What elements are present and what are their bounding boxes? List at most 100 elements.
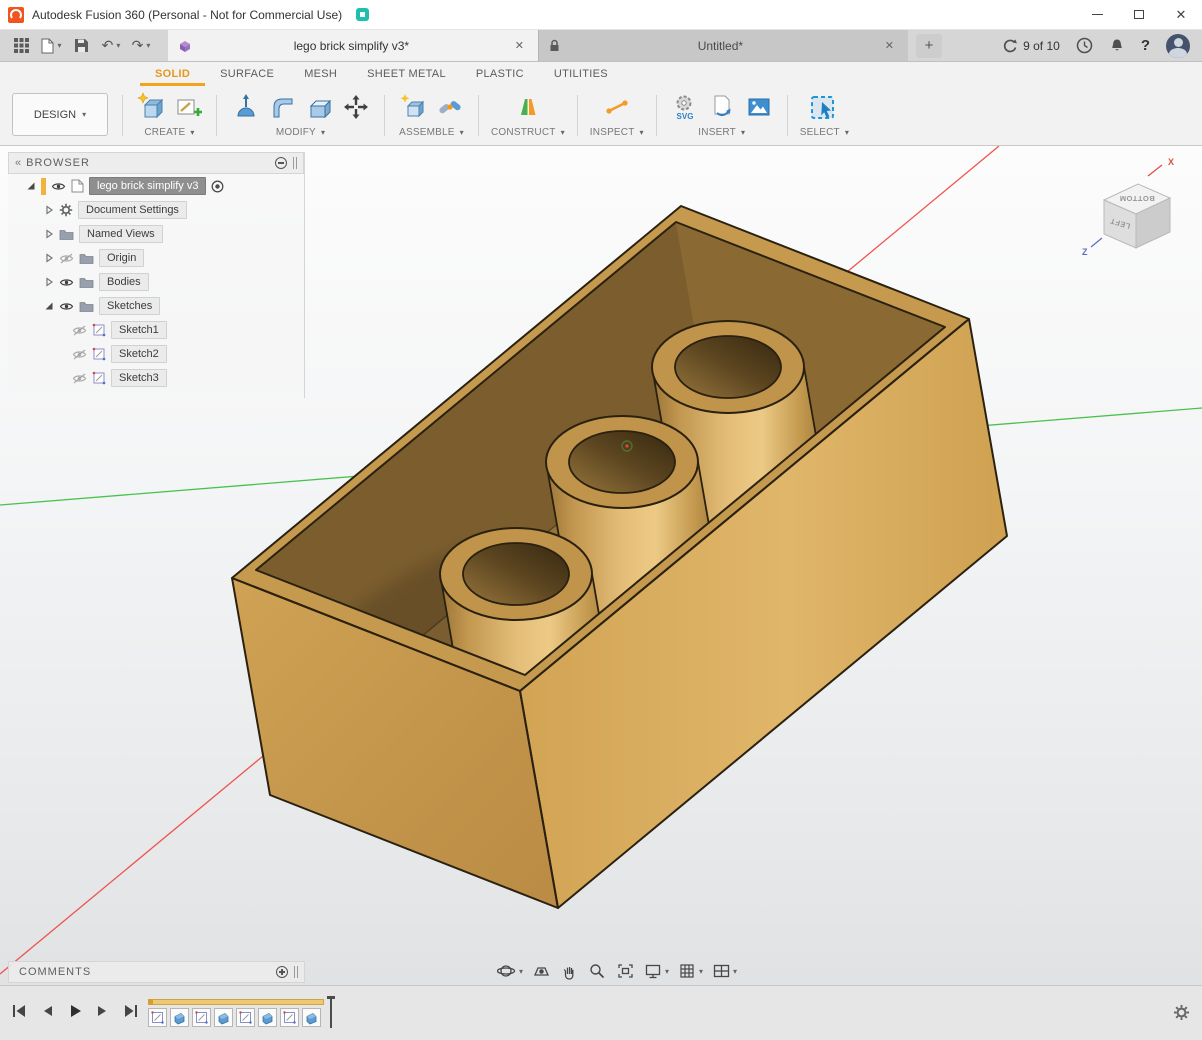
pan-button[interactable] xyxy=(557,960,582,982)
browser-row-sketch1[interactable]: Sketch1 xyxy=(8,318,304,342)
visibility-eye-icon[interactable] xyxy=(51,181,66,192)
minimize-panel-icon[interactable] xyxy=(275,157,287,169)
tab-plastic[interactable]: PLASTIC xyxy=(461,65,539,86)
collapsed-arrow-icon[interactable] xyxy=(44,229,54,239)
job-status-button[interactable] xyxy=(1076,37,1093,54)
user-avatar[interactable] xyxy=(1166,34,1190,58)
visibility-off-eye-icon[interactable] xyxy=(59,253,74,264)
maximize-button[interactable] xyxy=(1118,0,1160,29)
visibility-eye-icon[interactable] xyxy=(59,277,74,288)
play-button[interactable] xyxy=(67,1002,83,1020)
browser-header[interactable]: « BROWSER xyxy=(8,152,304,174)
viewport[interactable]: BOTTOM LEFT X Z « BROWSER lego bric xyxy=(0,146,1202,985)
row-label[interactable]: Sketch3 xyxy=(111,369,167,387)
new-component-button[interactable] xyxy=(397,91,429,123)
file-menu-button[interactable]: ▾ xyxy=(36,33,66,59)
help-button[interactable]: ? xyxy=(1141,37,1150,54)
fit-button[interactable] xyxy=(613,960,638,982)
activate-radio-icon[interactable] xyxy=(211,180,224,193)
display-settings-button[interactable]: ▾ xyxy=(641,960,672,982)
press-pull-button[interactable] xyxy=(229,91,261,123)
row-label[interactable]: Named Views xyxy=(79,225,163,243)
close-button[interactable]: ✕ xyxy=(1160,0,1202,29)
expand-panel-icon[interactable] xyxy=(276,966,288,978)
measure-button[interactable] xyxy=(601,91,633,123)
create-form-button[interactable] xyxy=(135,91,167,123)
workspace-selector[interactable]: DESIGN▾ xyxy=(12,93,108,136)
panel-grip-icon[interactable] xyxy=(294,966,298,978)
group-label-assemble[interactable]: ASSEMBLE▾ xyxy=(399,125,464,143)
row-label[interactable]: Sketch1 xyxy=(111,321,167,339)
brick-model[interactable] xyxy=(213,206,1007,908)
row-label[interactable]: Document Settings xyxy=(78,201,187,219)
tab-solid[interactable]: SOLID xyxy=(140,65,205,86)
tab-close-icon[interactable]: ✕ xyxy=(511,37,528,54)
step-back-button[interactable] xyxy=(40,1002,55,1020)
browser-row-root[interactable]: lego brick simplify v3 xyxy=(8,174,304,198)
browser-row-sketch3[interactable]: Sketch3 xyxy=(8,366,304,390)
collapse-panel-icon[interactable]: « xyxy=(15,157,22,169)
go-to-end-button[interactable] xyxy=(122,1002,140,1020)
save-counter[interactable]: 9 of 10 xyxy=(1002,38,1060,54)
data-panel-button[interactable] xyxy=(6,33,36,59)
browser-row-bodies[interactable]: Bodies xyxy=(8,270,304,294)
visibility-eye-icon[interactable] xyxy=(59,301,74,312)
viewports-button[interactable]: ▾ xyxy=(709,960,740,982)
timeline-feature-extrude[interactable] xyxy=(170,1008,189,1027)
row-label[interactable]: Sketch2 xyxy=(111,345,167,363)
save-button[interactable] xyxy=(66,33,96,59)
create-sketch-button[interactable] xyxy=(172,91,204,123)
group-label-create[interactable]: CREATE▾ xyxy=(144,125,194,143)
collapsed-arrow-icon[interactable] xyxy=(44,277,54,287)
collapsed-arrow-icon[interactable] xyxy=(44,205,54,215)
group-label-inspect[interactable]: INSPECT▾ xyxy=(590,125,644,143)
visibility-off-eye-icon[interactable] xyxy=(72,325,87,336)
row-label[interactable]: Bodies xyxy=(99,273,149,291)
expanded-arrow-icon[interactable] xyxy=(44,301,54,311)
visibility-off-eye-icon[interactable] xyxy=(72,373,87,384)
timeline-progress-bar[interactable] xyxy=(148,999,324,1005)
timeline-feature-extrude[interactable] xyxy=(258,1008,277,1027)
orbit-button[interactable]: ▾ xyxy=(494,960,526,982)
zoom-button[interactable] xyxy=(585,960,610,982)
tab-utilities[interactable]: UTILITIES xyxy=(539,65,623,86)
timeline-feature-sketch[interactable] xyxy=(148,1008,167,1027)
insert-canvas-button[interactable] xyxy=(743,91,775,123)
doc-tab-active[interactable]: lego brick simplify v3* ✕ xyxy=(168,30,538,61)
select-button[interactable] xyxy=(807,91,841,123)
move-copy-button[interactable] xyxy=(340,91,372,123)
tab-surface[interactable]: SURFACE xyxy=(205,65,289,86)
undo-button[interactable]: ↶▾ xyxy=(96,33,126,59)
insert-svg-button[interactable]: SVG xyxy=(669,91,701,123)
row-label[interactable]: Sketches xyxy=(99,297,160,315)
viewcube[interactable]: BOTTOM LEFT X Z xyxy=(1082,157,1174,257)
collapsed-arrow-icon[interactable] xyxy=(44,253,54,263)
step-forward-button[interactable] xyxy=(95,1002,110,1020)
grid-snaps-button[interactable]: ▾ xyxy=(675,960,706,982)
timeline-feature-sketch[interactable] xyxy=(192,1008,211,1027)
row-label[interactable]: Origin xyxy=(99,249,144,267)
go-to-start-button[interactable] xyxy=(10,1002,28,1020)
construct-plane-button[interactable] xyxy=(512,91,544,123)
tab-close-icon[interactable]: ✕ xyxy=(881,37,898,54)
minimize-button[interactable] xyxy=(1076,0,1118,29)
group-label-modify[interactable]: MODIFY▾ xyxy=(276,125,325,143)
viewcube-bottom-label[interactable]: BOTTOM xyxy=(1119,194,1154,203)
joint-button[interactable] xyxy=(434,91,466,123)
panel-grip-icon[interactable] xyxy=(293,157,297,169)
visibility-off-eye-icon[interactable] xyxy=(72,349,87,360)
tab-mesh[interactable]: MESH xyxy=(289,65,352,86)
browser-row-sketch2[interactable]: Sketch2 xyxy=(8,342,304,366)
look-at-button[interactable] xyxy=(529,960,554,982)
root-node-label[interactable]: lego brick simplify v3 xyxy=(89,177,206,195)
timeline-position-marker[interactable] xyxy=(330,996,332,1028)
timeline-feature-extrude[interactable] xyxy=(214,1008,233,1027)
browser-row-named-views[interactable]: Named Views xyxy=(8,222,304,246)
comments-header[interactable]: COMMENTS xyxy=(8,961,305,983)
notifications-button[interactable] xyxy=(1109,38,1125,54)
browser-row-sketches[interactable]: Sketches xyxy=(8,294,304,318)
insert-derive-button[interactable] xyxy=(706,91,738,123)
timeline-settings-button[interactable] xyxy=(1173,1004,1190,1026)
timeline-feature-sketch[interactable] xyxy=(280,1008,299,1027)
expanded-arrow-icon[interactable] xyxy=(26,181,36,191)
